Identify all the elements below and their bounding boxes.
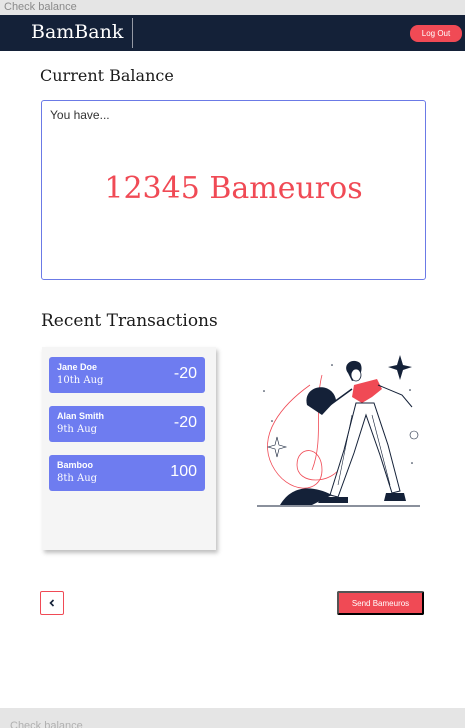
back-button[interactable] <box>40 591 64 615</box>
nav-divider <box>132 18 133 48</box>
transaction-date: 8th Aug <box>57 473 98 484</box>
balance-intro: You have... <box>50 108 110 122</box>
brand-logo[interactable]: BamBank <box>31 21 123 43</box>
transaction-card[interactable]: Jane Doe 10th Aug -20 <box>49 357 205 393</box>
frame-title-bottom: Check balance <box>10 720 83 728</box>
dancing-woman-illustration <box>257 355 420 507</box>
transactions-title: Recent Transactions <box>41 311 218 331</box>
transaction-amount: -20 <box>173 414 197 431</box>
balance-amount: 12345 Bameuros <box>104 171 363 206</box>
app-screen: BamBank Log Out Current Balance You have… <box>0 15 465 708</box>
transaction-amount: -20 <box>173 365 197 382</box>
transaction-card[interactable]: Alan Smith 9th Aug -20 <box>49 406 205 442</box>
send-bameuros-button[interactable]: Send Bameuros <box>337 591 424 615</box>
chevron-left-icon <box>49 599 55 607</box>
balance-title: Current Balance <box>40 66 174 85</box>
navbar: BamBank Log Out <box>0 15 465 51</box>
frame-title: Check balance <box>4 1 77 13</box>
transaction-date: 10th Aug <box>57 375 104 386</box>
transaction-name: Bamboo <box>57 460 93 470</box>
transactions-panel: Jane Doe 10th Aug -20 Alan Smith 9th Aug… <box>42 347 216 550</box>
transaction-date: 9th Aug <box>57 424 98 435</box>
transaction-card[interactable]: Bamboo 8th Aug 100 <box>49 455 205 491</box>
transaction-amount: 100 <box>170 463 197 480</box>
transaction-name: Jane Doe <box>57 362 98 372</box>
transaction-name: Alan Smith <box>57 411 105 421</box>
logout-button[interactable]: Log Out <box>410 25 462 42</box>
balance-box: You have... 12345 Bameuros <box>41 100 426 280</box>
